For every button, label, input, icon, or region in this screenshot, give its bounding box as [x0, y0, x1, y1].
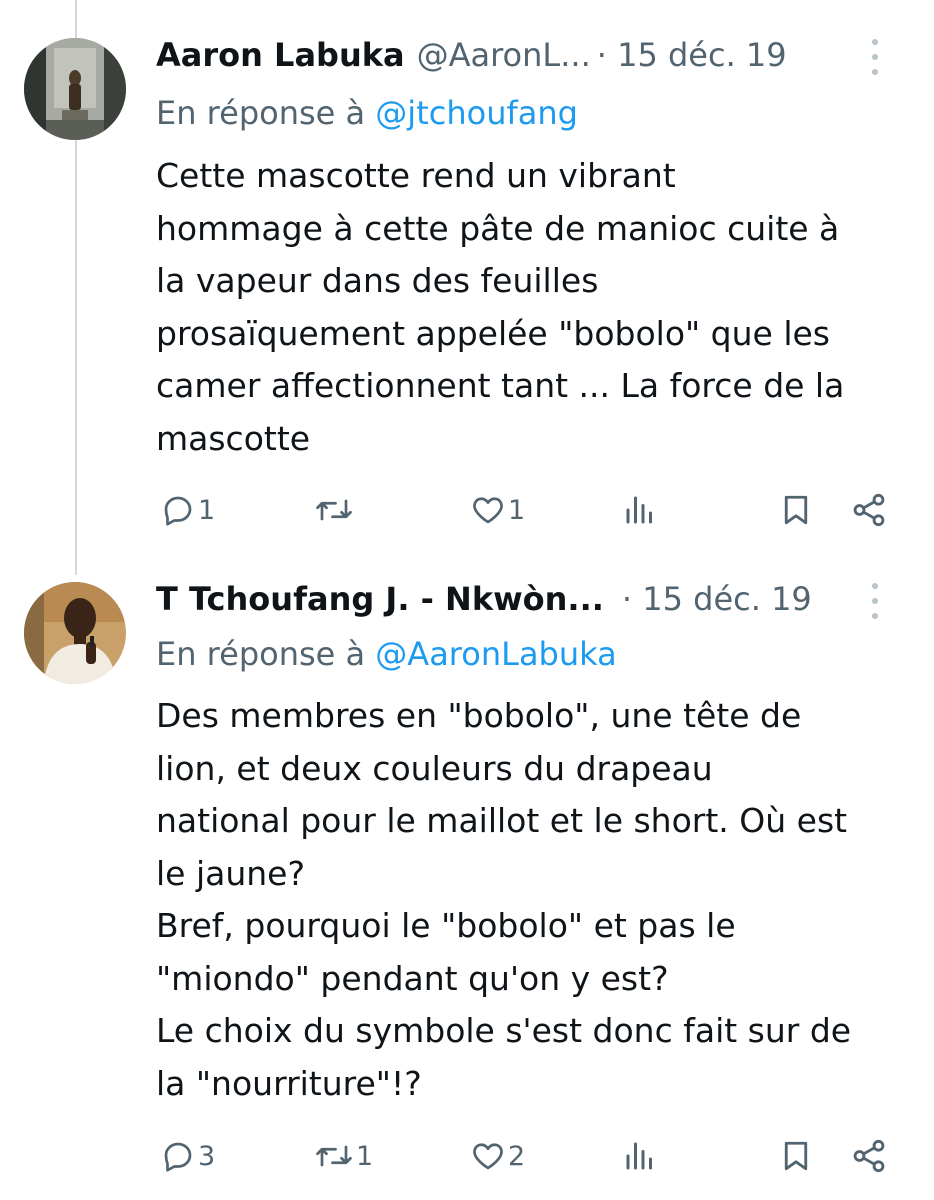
avatar-image — [24, 38, 126, 140]
avatar[interactable] — [24, 38, 126, 140]
reply-button[interactable]: 3 — [160, 1136, 215, 1176]
avatar[interactable] — [24, 582, 126, 684]
reply-button[interactable]: 1 — [160, 490, 215, 530]
action-bar: 3 1 2 — [0, 1136, 934, 1176]
tweet-text-line: camer affectionnent tant ... La force de… — [156, 366, 845, 405]
views-button[interactable] — [622, 1136, 658, 1176]
tweet-text-line: Cette mascotte rend un vibrant — [156, 156, 676, 195]
views-icon — [626, 1142, 652, 1170]
reply-icon — [164, 496, 192, 526]
avatar-image — [24, 582, 126, 684]
tweet-text-line: Le choix du symbole s'est donc fait sur … — [156, 1011, 852, 1050]
views-button[interactable] — [622, 490, 658, 530]
tweet-header: Aaron Labuka @AaronL... · 15 déc. 19 — [156, 33, 914, 77]
reply-context: En réponse à @jtchoufang — [156, 94, 578, 132]
tweet-text-line: la "nourriture"!? — [156, 1063, 422, 1103]
reply-mention-link[interactable]: @AaronLabuka — [375, 635, 616, 673]
bookmark-button[interactable] — [778, 1136, 814, 1176]
share-icon — [853, 493, 885, 527]
tweet-text-line: le jaune? — [156, 853, 305, 893]
tweet-text-line: "miondo" pendant qu'on y est? — [156, 958, 669, 998]
tweet-text-line: Des membres en "bobolo", une tête de — [156, 696, 802, 735]
like-count: 2 — [508, 1140, 526, 1172]
reply-prefix: En réponse à — [156, 94, 376, 132]
reply-count: 1 — [198, 494, 216, 526]
tweet-text: Des membres en "bobolo", une tête de lio… — [156, 690, 916, 1110]
author-name[interactable]: Aaron Labuka — [156, 36, 405, 74]
tweet-text-line: lion, et deux couleurs du drapeau — [156, 748, 713, 788]
like-button[interactable]: 2 — [470, 1136, 525, 1176]
tweet-text-line: national pour le maillot et le short. Où… — [156, 801, 848, 840]
tweet-text-line: hommage à cette pâte de manioc cuite à — [156, 208, 840, 248]
tweet-text-line: la vapeur dans des feuilles — [156, 261, 599, 300]
retweet-icon — [316, 1145, 352, 1167]
action-bar: 1 1 — [0, 490, 934, 530]
reply-mention-link[interactable]: @jtchoufang — [375, 94, 578, 132]
more-vertical-icon[interactable] — [868, 39, 882, 75]
more-vertical-icon[interactable] — [868, 583, 882, 619]
tweet-text: Cette mascotte rend un vibrant hommage à… — [156, 150, 916, 465]
retweet-button[interactable]: 1 — [314, 1136, 373, 1176]
views-icon — [626, 496, 652, 524]
bookmark-icon — [784, 1141, 808, 1171]
reply-prefix: En réponse à — [156, 635, 376, 673]
heart-icon — [473, 497, 503, 524]
tweet-date[interactable]: · 15 déc. 19 — [622, 580, 812, 618]
bookmark-icon — [784, 495, 808, 525]
author-name[interactable]: T Tchoufang J. - Nkwòn... — [156, 580, 604, 618]
tweet-header: T Tchoufang J. - Nkwòn... · 15 déc. 19 — [156, 577, 914, 621]
share-icon — [853, 1139, 885, 1173]
tweet-text-line: prosaïquement appelée "bobolo" que les — [156, 313, 831, 353]
tweet[interactable]: Aaron Labuka @AaronL... · 15 déc. 19 En … — [0, 0, 934, 560]
share-button[interactable] — [850, 1136, 888, 1176]
retweet-button[interactable] — [314, 490, 356, 530]
tweet-text-line: Bref, pourquoi le "bobolo" et pas le — [156, 906, 736, 945]
tweet-text-line: mascotte — [156, 418, 311, 458]
reply-icon — [164, 1142, 192, 1172]
reply-context: En réponse à @AaronLabuka — [156, 635, 617, 673]
tweet-date[interactable]: · 15 déc. 19 — [597, 36, 787, 74]
like-button[interactable]: 1 — [470, 490, 525, 530]
retweet-count: 1 — [356, 1140, 374, 1172]
heart-icon — [473, 1143, 503, 1170]
reply-count: 3 — [198, 1140, 216, 1172]
like-count: 1 — [508, 494, 526, 526]
bookmark-button[interactable] — [778, 490, 814, 530]
author-handle[interactable]: @AaronL... — [417, 36, 591, 74]
share-button[interactable] — [850, 490, 888, 530]
retweet-icon — [316, 499, 352, 521]
